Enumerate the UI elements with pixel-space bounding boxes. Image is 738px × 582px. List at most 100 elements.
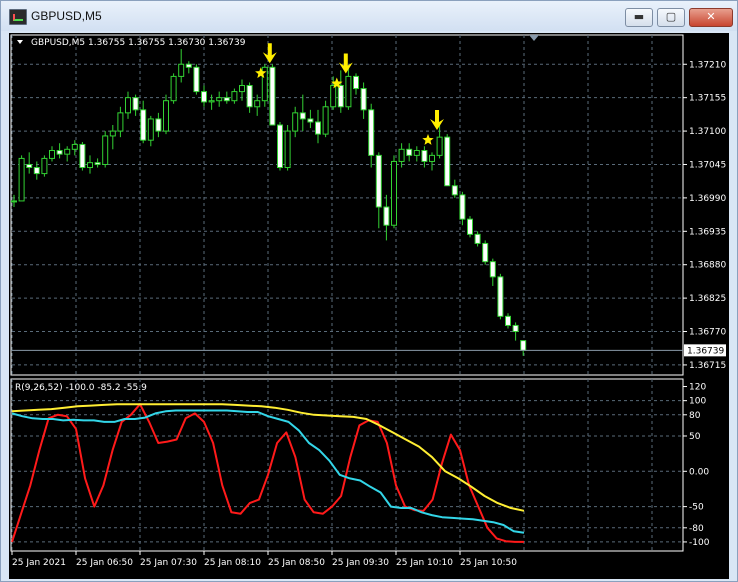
indicator-axis-label: -80 [689, 524, 704, 534]
candle-body [345, 75, 352, 108]
indicator-axis-label: 0.00 [689, 467, 709, 477]
chart-shift-marker-icon[interactable] [529, 35, 539, 41]
price-axis-label: 1.37100 [689, 127, 726, 137]
indicator-axis-label: 100 [689, 397, 706, 407]
indicator-axis-label: 120 [689, 383, 706, 393]
chart-canvas[interactable]: 25 Jan 2021 25 Jan 06:50 25 Jan 07:30 25 Ja… [9, 33, 729, 579]
price-axis-label: 1.36990 [689, 194, 726, 204]
candle-body [474, 233, 481, 244]
candle-body [315, 121, 321, 135]
candle-body [368, 109, 375, 156]
candle-body [406, 148, 413, 156]
candle-body [307, 118, 314, 123]
candle-body [178, 63, 185, 77]
candle-body [56, 150, 63, 155]
candle-body [41, 157, 48, 175]
indicator-lines-layer [11, 403, 525, 543]
candle-body [436, 136, 443, 156]
candle-body [94, 162, 101, 165]
time-axis-label: 25 Jan 06:50 [76, 558, 133, 568]
title-bar[interactable]: GBPUSD,M5 ▬ ▢ ✕ [1, 1, 737, 31]
candle-body [223, 97, 230, 102]
candle-body [201, 91, 207, 103]
candle-body [444, 136, 451, 187]
candle-body [284, 130, 291, 169]
indicator-axis-label: -100 [689, 538, 710, 548]
candle-body [512, 324, 519, 333]
candle-body [170, 75, 177, 102]
candle-body [520, 340, 527, 351]
chart-window: GBPUSD,M5 ▬ ▢ ✕ 25 Jan 2021 25 Jan 06:50 2… [0, 0, 738, 582]
candle-body [322, 106, 329, 135]
indicator-axis-label: 50 [689, 432, 701, 442]
minimize-button[interactable]: ▬ [625, 8, 653, 27]
close-button[interactable]: ✕ [689, 8, 733, 27]
chart-area[interactable]: 25 Jan 2021 25 Jan 06:50 25 Jan 07:30 25 Ja… [9, 33, 729, 579]
chart-app-icon [9, 9, 27, 25]
candle-body [254, 100, 261, 108]
candle-body [398, 148, 405, 162]
candle-body [330, 85, 337, 108]
candle-body [193, 66, 200, 93]
maximize-button[interactable]: ▢ [657, 8, 685, 27]
indicator-axis-label: 80 [689, 411, 701, 421]
candle-body [451, 185, 458, 196]
candle-body [467, 218, 473, 235]
time-axis-label: 25 Jan 10:10 [396, 558, 453, 568]
candle-body [79, 143, 86, 169]
candle-body [216, 97, 223, 102]
candle-body [26, 163, 33, 169]
candle-body [337, 85, 344, 108]
candle-body [391, 160, 397, 226]
candle-body [353, 75, 359, 90]
indicator-axis-label: -50 [689, 503, 704, 513]
price-axis-label: 1.36880 [689, 261, 726, 271]
price-axis-label: 1.36825 [689, 294, 726, 304]
price-axis-label: 1.37155 [689, 94, 726, 104]
time-axis-label: 25 Jan 08:10 [204, 558, 261, 568]
time-axis-label: 25 Jan 08:50 [268, 558, 325, 568]
candle-body [208, 100, 215, 103]
candle-body [429, 154, 435, 162]
candle-body [87, 162, 93, 169]
candle-body [482, 242, 489, 263]
indicator-panel-header: R(9,26,52) -100.0 -85.2 -55.9 [15, 383, 147, 393]
candle-body [185, 63, 192, 68]
candle-body [375, 154, 382, 208]
time-axis-label: 25 Jan 07:30 [140, 558, 197, 568]
candle-body [71, 143, 78, 150]
price-axis-label: 1.36715 [689, 361, 726, 371]
price-axis-label: 1.37045 [689, 160, 726, 170]
panel-menu-triangle-icon[interactable] [17, 40, 23, 44]
candle-body [102, 135, 109, 165]
candle-body [505, 315, 511, 326]
candle-body [497, 276, 504, 317]
candle-body [413, 150, 420, 156]
time-axis-label: 25 Jan 10:50 [460, 558, 517, 568]
candle-body [231, 91, 238, 102]
candle-body [147, 118, 154, 141]
candle-body [155, 118, 162, 132]
candle-body [18, 157, 25, 202]
signal-down-arrow-icon [262, 43, 277, 64]
time-axis-label: 25 Jan 2021 [12, 558, 66, 568]
candle-body [277, 124, 283, 169]
candle-body [269, 66, 276, 126]
candle-body [117, 112, 124, 132]
candle-body [64, 148, 71, 155]
candle-body [421, 150, 428, 162]
candle-body [163, 100, 169, 132]
candle-body [11, 200, 17, 203]
candle-body [459, 194, 466, 220]
price-axis-label: 1.36770 [689, 328, 726, 338]
signal-star-icon [422, 134, 434, 145]
candle-body [140, 109, 147, 141]
candle-body [49, 150, 55, 159]
candle-body [360, 88, 367, 111]
current-price-label: 1.36739 [687, 346, 724, 356]
candle-body [33, 167, 40, 175]
time-axis-label: 25 Jan 09:30 [332, 558, 389, 568]
price-axis-label: 1.37210 [689, 60, 726, 70]
candle-body [489, 261, 496, 278]
candle-body [132, 97, 139, 111]
